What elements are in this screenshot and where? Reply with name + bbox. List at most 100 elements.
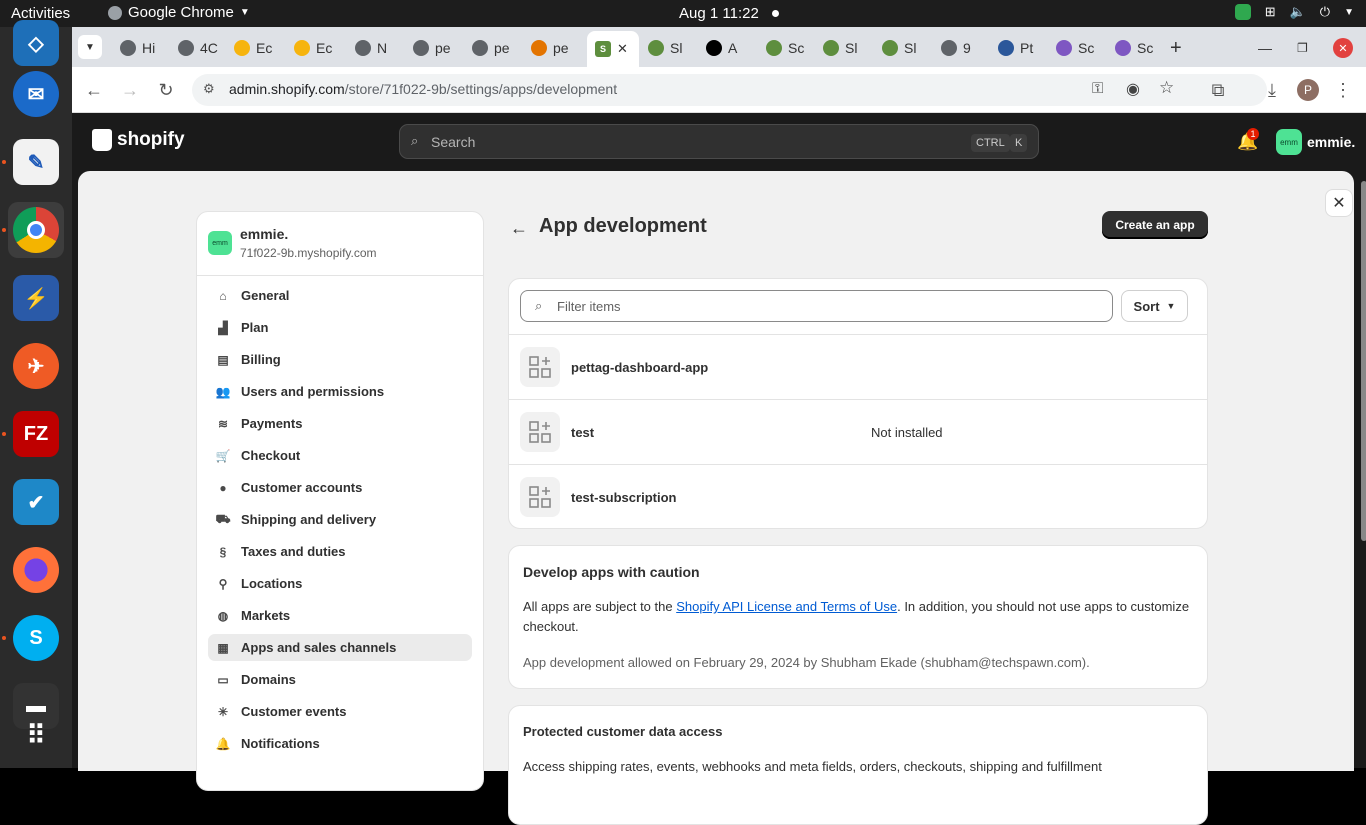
back-arrow-icon[interactable]: ← (510, 218, 528, 239)
sidebar-item-billing[interactable]: ▤ Billing (208, 346, 472, 373)
browser-tab[interactable]: Sc (1056, 33, 1094, 63)
show-apps-button[interactable]: ⠿ (8, 707, 64, 763)
tab-favicon-icon (823, 40, 839, 56)
system-tray[interactable]: ⊞ 🔈 ⏻ ▼ (1234, 4, 1354, 20)
sidebar-item-users-and-permissions[interactable]: 👥 Users and permissions (208, 378, 472, 405)
browser-tab[interactable]: Ec (294, 33, 332, 63)
chrome-menu-button[interactable]: ⋮ (1332, 79, 1354, 101)
site-info-icon[interactable]: ⚙ (203, 81, 215, 97)
browser-tab[interactable]: Sl (648, 33, 682, 63)
downloads-button[interactable]: ⤓ (1261, 79, 1283, 101)
scrollbar[interactable] (1361, 181, 1366, 541)
caution-text-before: All apps are subject to the (523, 599, 677, 614)
eye-icon[interactable]: ◉ (1126, 79, 1140, 99)
user-name[interactable]: emmie. (1307, 134, 1355, 150)
browser-tab[interactable]: Sc (766, 33, 804, 63)
maximize-button[interactable]: ❐ (1297, 33, 1308, 63)
tab-active[interactable]: S ✕ (587, 31, 639, 67)
sidebar-item-payments[interactable]: ≋ Payments (208, 410, 472, 437)
browser-tab[interactable]: Ec (234, 33, 272, 63)
close-tab-icon[interactable]: ✕ (617, 41, 628, 57)
browser-tab[interactable]: pe (413, 33, 451, 63)
sidebar-item-checkout[interactable]: 🛒 Checkout (208, 442, 472, 469)
sidebar-item-shipping-and-delivery[interactable]: ⛟ Shipping and delivery (208, 506, 472, 533)
volume-icon[interactable]: 🔈 (1290, 4, 1306, 20)
sidebar-item-label: Payments (241, 416, 303, 431)
reload-button[interactable]: ↻ (155, 79, 177, 101)
sidebar-item-plan[interactable]: ▟ Plan (208, 314, 472, 341)
close-window-button[interactable]: ✕ (1333, 38, 1353, 58)
sidebar-item-markets[interactable]: ◍ Markets (208, 602, 472, 629)
browser-tab[interactable]: 9 (941, 33, 971, 63)
sidebar-item-notifications[interactable]: 🔔 Notifications (208, 730, 472, 757)
dock-thunderbird[interactable]: ✉ (8, 66, 64, 122)
app-name[interactable]: test-subscription (571, 490, 676, 505)
app-row[interactable]: test-subscription (509, 464, 1207, 529)
dock-chrome[interactable] (8, 202, 64, 258)
sidebar-item-domains[interactable]: ▭ Domains (208, 666, 472, 693)
browser-tab[interactable]: Hi (120, 33, 155, 63)
location-icon: ⚲ (218, 576, 228, 591)
sidebar-item-locations[interactable]: ⚲ Locations (208, 570, 472, 597)
browser-tab[interactable]: pe (531, 33, 569, 63)
sort-label: Sort (1133, 298, 1160, 314)
sidebar-item-customer-accounts[interactable]: ● Customer accounts (208, 474, 472, 501)
app-menu[interactable]: Google Chrome ▼ (108, 4, 250, 21)
chevron-down-icon[interactable]: ▼ (1344, 7, 1354, 18)
tab-search-button[interactable]: ▼ (78, 35, 102, 59)
shopify-logo[interactable]: shopify (92, 129, 185, 151)
tab-label: pe (553, 40, 569, 56)
tab-favicon-icon (234, 40, 250, 56)
settings-sidebar: emm emmie. 71f022-9b.myshopify.com ⌂ Gene… (196, 211, 484, 791)
tab-label: Sc (788, 40, 805, 56)
firefox-icon (13, 547, 59, 593)
sidebar-item-customer-events[interactable]: ✳ Customer events (208, 698, 472, 725)
browser-tab[interactable]: A (706, 33, 737, 63)
close-icon: ✕ (1332, 195, 1346, 212)
new-tab-button[interactable]: + (1170, 33, 1182, 63)
dock-vscode[interactable]: ◇ (8, 15, 64, 71)
minimize-button[interactable]: — (1258, 33, 1272, 63)
browser-tab[interactable]: Sc (1115, 33, 1153, 63)
filter-input[interactable]: ⌕ Filter items (520, 290, 1113, 322)
close-settings-button[interactable]: ✕ (1325, 189, 1353, 217)
dock-remote[interactable]: ⚡ (8, 270, 64, 326)
browser-tab[interactable]: pe (472, 33, 510, 63)
browser-tab[interactable]: N (355, 33, 387, 63)
forward-button[interactable]: → (119, 79, 141, 101)
back-button[interactable]: ← (83, 79, 105, 101)
power-icon[interactable]: ⏻ (1320, 4, 1330, 20)
app-row[interactable]: test Not installed (509, 399, 1207, 464)
clock[interactable]: Aug 1 11:22 (679, 5, 759, 22)
dock-monitor[interactable]: ✔ (8, 474, 64, 530)
star-icon[interactable]: ☆ (1159, 78, 1174, 98)
update-icon[interactable] (1234, 4, 1251, 20)
user-avatar[interactable]: emm (1276, 129, 1302, 155)
profile-button[interactable]: P (1297, 79, 1319, 101)
sidebar-item-general[interactable]: ⌂ General (208, 282, 472, 309)
sidebar-item-apps-and-sales-channels[interactable]: ▦ Apps and sales channels (208, 634, 472, 661)
app-name[interactable]: test (571, 425, 594, 440)
sidebar-item-taxes-and-duties[interactable]: § Taxes and duties (208, 538, 472, 565)
api-license-link[interactable]: Shopify API License and Terms of Use (676, 599, 897, 614)
create-app-button[interactable]: Create an app (1102, 211, 1208, 239)
dock-skype[interactable]: S (8, 610, 64, 666)
password-key-icon[interactable]: ⚿ (1092, 80, 1103, 97)
shopify-bag-icon (92, 129, 112, 151)
dock-firefox[interactable] (8, 542, 64, 598)
browser-tab[interactable]: Sl (823, 33, 857, 63)
sort-button[interactable]: Sort ▼ (1121, 290, 1188, 322)
app-row[interactable]: pettag-dashboard-app (509, 334, 1207, 399)
browser-tab[interactable]: Sl (882, 33, 916, 63)
dock-filezilla[interactable]: FZ (8, 406, 64, 462)
network-icon[interactable]: ⊞ (1265, 4, 1276, 20)
events-icon: ✳ (217, 704, 229, 719)
browser-tab[interactable]: 4C (178, 33, 218, 63)
browser-tab[interactable]: Pt (998, 33, 1033, 63)
address-bar[interactable]: ⚙ admin.shopify.com/store/71f022-9b/sett… (192, 74, 1267, 106)
dock-postman[interactable]: ✈ (8, 338, 64, 394)
app-name[interactable]: pettag-dashboard-app (571, 360, 708, 375)
extensions-button[interactable]: ⧉ (1207, 79, 1229, 101)
admin-search-input[interactable]: ⌕ Search CTRL K (399, 124, 1039, 159)
dock-text-editor[interactable]: ✎ (8, 134, 64, 190)
